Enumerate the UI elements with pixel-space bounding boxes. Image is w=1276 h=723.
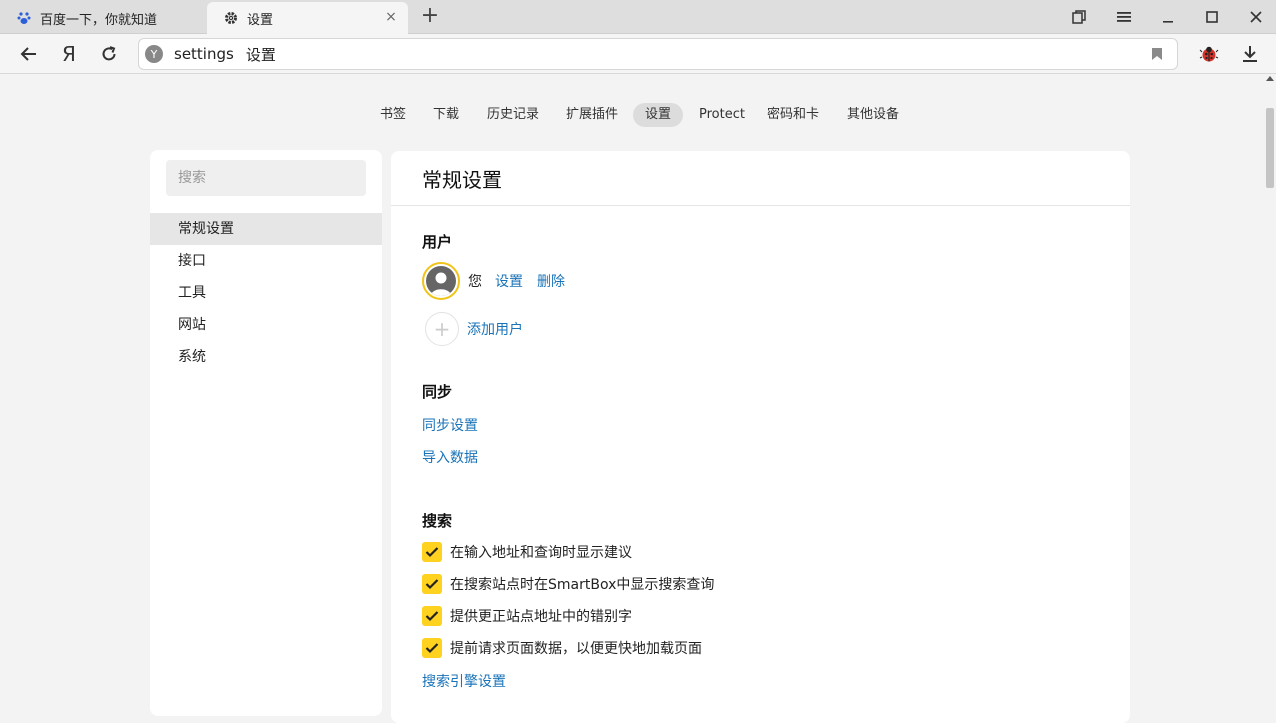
yandex-button[interactable]: Я [57,42,81,66]
settings-top-nav: 书签 下载 历史记录 扩展插件 设置 Protect 密码和卡 其他设备 [0,100,1276,128]
add-user-link[interactable]: 添加用户 [467,319,523,339]
settings-search-input[interactable]: 搜索 [166,160,366,196]
sidebar-item-general[interactable]: 常规设置 [150,213,382,245]
topnav-other-devices[interactable]: 其他设备 [835,103,911,127]
page-title-text: 设置 [245,45,276,64]
topnav-protect[interactable]: Protect [687,103,757,127]
baidu-paw-icon [16,10,32,26]
minimize-icon[interactable] [1156,6,1180,28]
topnav-passwords[interactable]: 密码和卡 [755,103,831,127]
topnav-settings[interactable]: 设置 [633,103,684,127]
topnav-bookmarks[interactable]: 书签 [368,103,418,127]
menu-icon[interactable] [1112,6,1136,28]
checkbox-label: 提前请求页面数据，以便更快地加载页面 [450,641,702,657]
bookmark-icon[interactable] [1151,47,1163,65]
tab-title: 百度一下，你就知道 [40,12,158,28]
site-info-icon[interactable]: Y [145,45,163,63]
search-heading: 搜索 [422,512,453,530]
sidebar-item-system[interactable]: 系统 [150,341,382,373]
search-engine-settings-link[interactable]: 搜索引擎设置 [422,671,506,691]
settings-panel: 常规设置 用户 您 设置 删除 + 添加用户 同步 同步设置 导入数据 搜索 在… [391,151,1130,723]
search-option-suggestions[interactable]: 在输入地址和查询时显示建议 [422,542,632,562]
sync-heading: 同步 [422,383,453,401]
plus-icon[interactable]: + [425,312,459,346]
add-user-row[interactable]: + 添加用户 [425,312,523,346]
checkbox-checked[interactable] [422,542,442,562]
new-tab-button[interactable]: + [419,5,441,28]
url-text: settings [174,45,234,63]
address-bar[interactable]: Y settings 设置 [138,38,1178,70]
page-scrollbar[interactable] [1264,74,1276,723]
navigation-toolbar: Я Y settings 设置 [0,34,1276,74]
title-divider [391,205,1130,206]
sync-settings-link[interactable]: 同步设置 [422,415,478,435]
close-window-icon[interactable] [1244,6,1268,28]
gear-icon [223,10,239,26]
checkbox-label: 提供更正站点地址中的错别字 [450,609,632,625]
user-settings-link[interactable]: 设置 [495,271,523,291]
checkbox-label: 在搜索站点时在SmartBox中显示搜索查询 [450,577,715,593]
import-data-link[interactable]: 导入数据 [422,447,478,467]
tab-baidu[interactable]: 百度一下，你就知道 [0,2,207,34]
checkbox-label: 在输入地址和查询时显示建议 [450,545,632,561]
users-heading: 用户 [422,233,453,251]
back-arrow-icon[interactable] [17,42,41,66]
sidebar-item-sites[interactable]: 网站 [150,309,382,341]
search-option-smartbox[interactable]: 在搜索站点时在SmartBox中显示搜索查询 [422,574,714,594]
checkbox-checked[interactable] [422,606,442,626]
checkbox-checked[interactable] [422,574,442,594]
topnav-downloads[interactable]: 下载 [421,103,471,127]
current-user-row: 您 设置 删除 [422,262,565,300]
tab-title: 设置 [247,12,274,28]
checkbox-checked[interactable] [422,638,442,658]
search-option-prefetch[interactable]: 提前请求页面数据，以便更快地加载页面 [422,638,702,658]
scrollbar-thumb[interactable] [1266,108,1274,188]
search-option-typo-fix[interactable]: 提供更正站点地址中的错别字 [422,606,632,626]
sidebar-item-tools[interactable]: 工具 [150,277,382,309]
topnav-extensions[interactable]: 扩展插件 [554,103,630,127]
settings-sidebar: 搜索 常规设置 接口 工具 网站 系统 [150,150,382,716]
topnav-history[interactable]: 历史记录 [475,103,551,127]
current-user-name: 您 [468,274,482,290]
tabs-manager-icon[interactable] [1067,6,1091,28]
reload-icon[interactable] [97,42,121,66]
tab-settings[interactable]: 设置 × [207,2,408,34]
avatar[interactable] [422,262,460,300]
sidebar-item-interface[interactable]: 接口 [150,245,382,277]
scroll-up-arrow-icon[interactable] [1266,76,1274,81]
ladybug-extension-icon[interactable] [1197,42,1221,66]
tab-bar: 百度一下，你就知道 设置 × + [0,0,1276,34]
page-title: 常规设置 [422,168,502,192]
close-tab-icon[interactable]: × [384,10,398,24]
maximize-icon[interactable] [1200,6,1224,28]
download-icon[interactable] [1238,42,1262,66]
user-delete-link[interactable]: 删除 [537,271,565,291]
